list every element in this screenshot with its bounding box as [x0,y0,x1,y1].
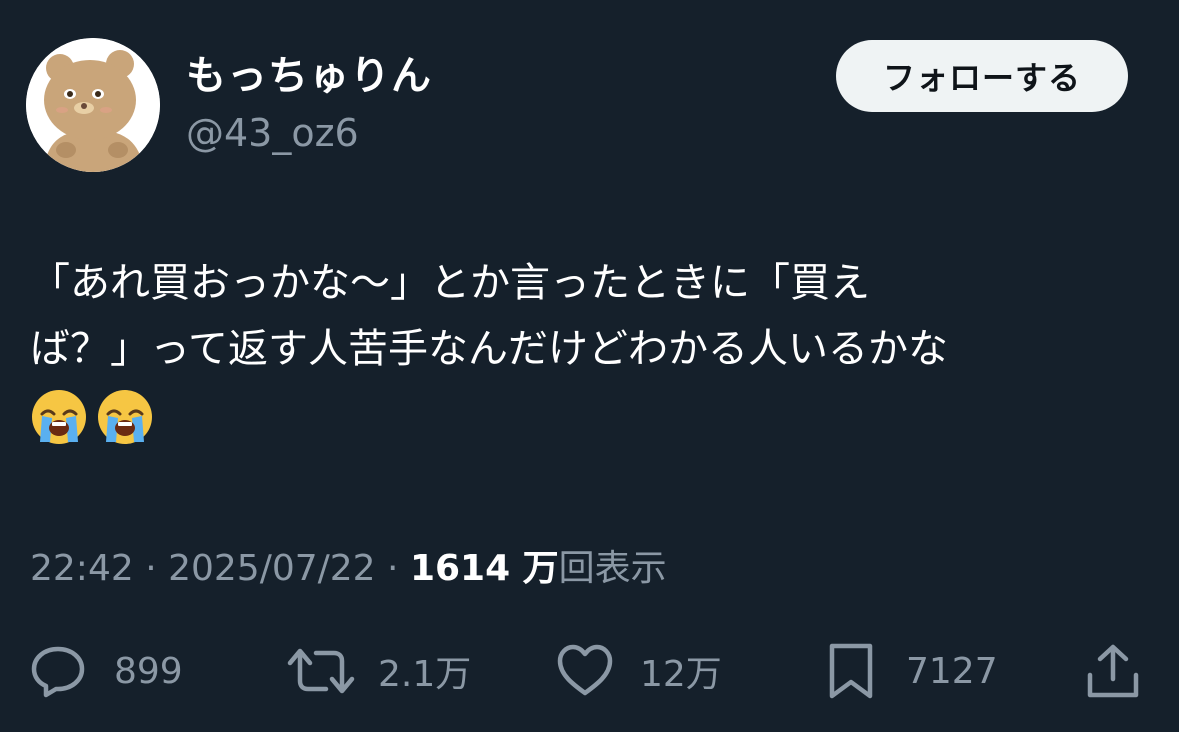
views-label[interactable]: 回表示 [559,548,667,589]
retweet-button[interactable]: 2.1万 [286,636,471,706]
share-icon [1087,644,1139,698]
retweet-count: 2.1万 [378,654,472,695]
like-button[interactable]: 12万 [554,636,722,706]
like-count: 12万 [640,654,722,695]
loudly-crying-face-icon [30,388,88,446]
retweet-icon [287,648,355,694]
tweet-emoji-line [30,382,1150,448]
reply-button[interactable]: 899 [28,636,183,706]
bookmark-icon [829,643,873,699]
bookmark-count: 7127 [906,650,998,692]
views-count[interactable]: 1614 万 [410,548,559,589]
tweet-time[interactable]: 22:42 [30,548,134,589]
bookmark-button[interactable]: 7127 [826,636,998,706]
meta-separator: · [133,548,169,589]
tweet-date[interactable]: 2025/07/22 [168,548,376,589]
avatar[interactable] [26,38,160,172]
meta-separator: · [375,548,410,589]
follow-button[interactable]: フォローする [836,40,1128,112]
tweet-text-line: 「あれ買おっかな〜」とか言ったときに「買え [30,260,870,306]
tweet-text-line: ば？」って返す人苦手なんだけどわかる人いるかな [30,326,948,372]
user-handle[interactable]: @43_oz6 [186,110,359,156]
reply-icon [31,646,85,698]
tweet-text: 「あれ買おっかな〜」とか言ったときに「買え ば？」って返す人苦手なんだけどわかる… [30,250,1150,448]
action-bar: 899 2.1万 12万 7127 [0,636,1179,706]
heart-icon [557,644,613,696]
reply-count: 899 [114,650,183,692]
tweet-meta: 22:42 · 2025/07/22 · 1614 万回表示 [30,544,667,594]
bear-avatar-icon [26,38,160,172]
display-name[interactable]: もっちゅりん [186,52,432,100]
share-button[interactable] [1084,636,1142,706]
loudly-crying-face-icon [96,388,154,446]
